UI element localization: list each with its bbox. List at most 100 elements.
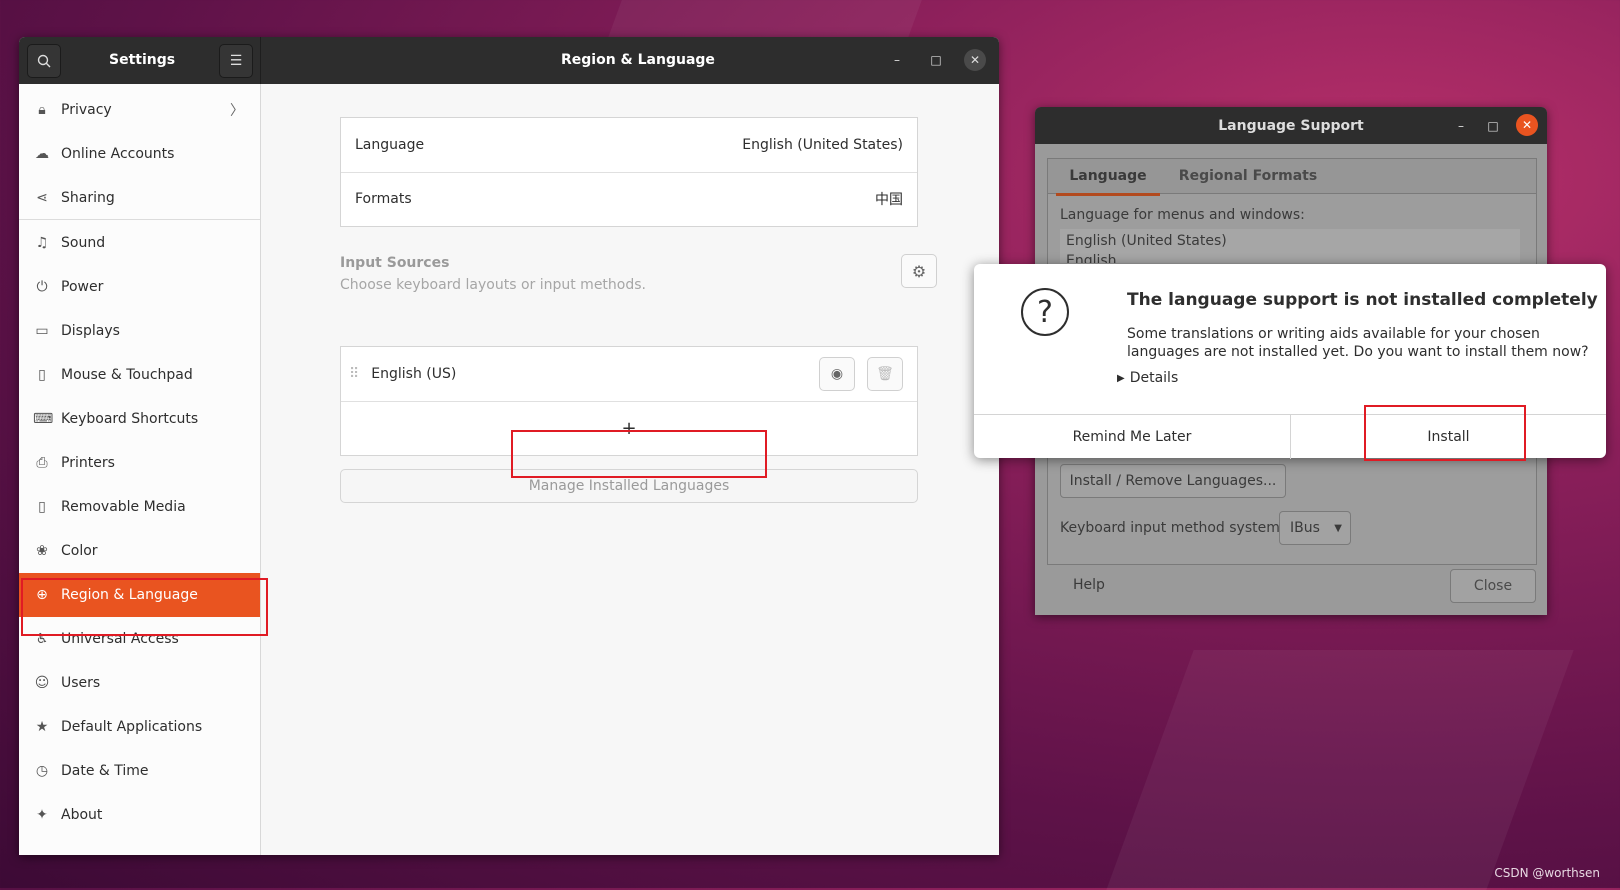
- help-label: Help: [1073, 577, 1105, 593]
- help-button[interactable]: Help: [1059, 569, 1119, 601]
- sidebar-item-removable-media[interactable]: ▯ Removable Media: [19, 485, 260, 529]
- gear-icon: ⚙: [911, 261, 927, 281]
- sidebar-item-label: Users: [61, 675, 101, 691]
- formats-label: Formats: [355, 191, 412, 207]
- sidebar-item-label: Keyboard Shortcuts: [61, 411, 199, 427]
- music-note-icon: ♫: [35, 235, 49, 251]
- input-method-value: IBus: [1290, 520, 1320, 536]
- dialog-message-line-1: Some translations or writing aids availa…: [1127, 326, 1540, 342]
- close-icon: ✕: [969, 53, 981, 67]
- sidebar-item-keyboard-shortcuts[interactable]: ⌨ Keyboard Shortcuts: [19, 397, 260, 441]
- hamburger-icon: ☰: [229, 53, 243, 69]
- sidebar-item-label: Displays: [61, 323, 120, 339]
- removable-media-icon: ▯: [38, 499, 46, 515]
- sidebar-item-date-time[interactable]: ◷ Date & Time: [19, 749, 260, 793]
- maximize-button[interactable]: □: [925, 49, 947, 71]
- tab-regional-formats[interactable]: Regional Formats: [1178, 159, 1318, 193]
- chevron-down-icon: ▼: [1334, 522, 1342, 534]
- sidebar-item-label: About: [61, 807, 103, 823]
- language-value: English (United States): [742, 137, 903, 153]
- sidebar-item-mouse-touchpad[interactable]: ▯ Mouse & Touchpad: [19, 353, 260, 397]
- menu-button[interactable]: ☰: [219, 44, 253, 78]
- sidebar-item-label: Removable Media: [61, 499, 186, 515]
- sidebar-item-label: Printers: [61, 455, 115, 471]
- question-icon: ?: [1021, 288, 1069, 336]
- input-method-select[interactable]: IBus ▼: [1279, 511, 1351, 545]
- share-icon: ⋖: [36, 190, 48, 206]
- watermark: CSDN @worthsen: [1494, 866, 1600, 880]
- language-formats-box: Language English (United States) Formats…: [340, 117, 918, 227]
- settings-headerbar: Settings ☰ Region & Language – □ ✕: [19, 37, 999, 84]
- ls-close-action-button[interactable]: Close: [1450, 569, 1536, 603]
- remove-input-source-button[interactable]: 🗑︎: [867, 357, 903, 391]
- highlight-install: [1364, 405, 1526, 461]
- sidebar-item-label: Privacy: [61, 102, 112, 118]
- maximize-icon: □: [1487, 119, 1499, 133]
- mouse-icon: ▯: [38, 367, 46, 383]
- close-icon: ✕: [1521, 118, 1533, 132]
- sidebar-item-sharing[interactable]: ⋖ Sharing: [19, 176, 260, 220]
- sidebar-item-sound[interactable]: ♫ Sound: [19, 221, 260, 265]
- sidebar-item-color[interactable]: ❀ Color: [19, 529, 260, 573]
- install-remove-languages-button[interactable]: Install / Remove Languages...: [1060, 464, 1286, 498]
- formats-value: 中国: [875, 192, 903, 208]
- sidebar-item-label: Default Applications: [61, 719, 203, 735]
- input-sources-options-button[interactable]: ⚙: [901, 254, 937, 288]
- language-list[interactable]: English (United States) English: [1060, 229, 1520, 263]
- sidebar-item-privacy[interactable]: 🔒︎ Privacy 〉: [19, 88, 260, 132]
- formats-row[interactable]: Formats 中国: [341, 172, 917, 226]
- menus-label: Language for menus and windows:: [1060, 207, 1305, 223]
- remind-me-later-button[interactable]: Remind Me Later: [974, 414, 1291, 459]
- expander-arrow-icon: ▶: [1117, 372, 1125, 384]
- minimize-icon: –: [894, 53, 900, 67]
- tab-language[interactable]: Language: [1056, 159, 1160, 196]
- input-sources-title: Input Sources: [340, 255, 450, 271]
- ls-tab-bar: Language Regional Formats: [1048, 159, 1536, 196]
- power-icon: ⏻: [36, 279, 48, 295]
- details-label: Details: [1129, 370, 1179, 386]
- dialog-message-line-2: languages are not installed yet. Do you …: [1127, 344, 1589, 360]
- panel-title: Region & Language: [561, 52, 715, 68]
- tab-label: Regional Formats: [1178, 168, 1318, 184]
- search-button[interactable]: [27, 44, 61, 78]
- sidebar-item-online-accounts[interactable]: ☁ Online Accounts: [19, 132, 260, 176]
- sidebar-item-power[interactable]: ⏻ Power: [19, 265, 260, 309]
- sidebar-item-about[interactable]: ✦ About: [19, 793, 260, 837]
- language-label: Language: [355, 137, 425, 153]
- sidebar-item-users[interactable]: ☺ Users: [19, 661, 260, 705]
- sidebar-item-label: Date & Time: [61, 763, 149, 779]
- sidebar: 🔒︎ Privacy 〉 ☁ Online Accounts ⋖ Sharing…: [19, 84, 261, 855]
- printer-icon: ⎙: [36, 455, 48, 471]
- ls-close-button[interactable]: ✕: [1516, 114, 1538, 136]
- details-expander[interactable]: ▶ Details: [1117, 370, 1178, 386]
- about-icon: ✦: [36, 807, 48, 823]
- sidebar-item-default-applications[interactable]: ★ Default Applications: [19, 705, 260, 749]
- manage-button-label: Manage Installed Languages: [528, 478, 730, 494]
- remind-label: Remind Me Later: [1072, 429, 1192, 445]
- close-label: Close: [1473, 578, 1513, 594]
- language-list-item[interactable]: English (United States): [1060, 229, 1520, 253]
- dialog-title: The language support is not installed co…: [1127, 290, 1598, 310]
- close-button[interactable]: ✕: [964, 49, 986, 71]
- ls-minimize-button[interactable]: –: [1450, 115, 1472, 137]
- sidebar-separator: [19, 219, 260, 220]
- minimize-button[interactable]: –: [886, 49, 908, 71]
- sidebar-item-displays[interactable]: ▭ Displays: [19, 309, 260, 353]
- language-row[interactable]: Language English (United States): [341, 118, 917, 173]
- sidebar-item-label: Sound: [61, 235, 106, 251]
- show-layout-button[interactable]: ◉: [819, 357, 855, 391]
- input-source-row[interactable]: ⠿ English (US) ◉ 🗑︎: [341, 347, 917, 402]
- users-icon: ☺: [34, 675, 50, 691]
- ls-maximize-button[interactable]: □: [1482, 115, 1504, 137]
- input-source-label: English (US): [371, 366, 457, 382]
- keyboard-icon: ⌨: [33, 411, 54, 427]
- search-icon: [37, 54, 51, 68]
- input-sources-subtitle: Choose keyboard layouts or input methods…: [340, 277, 646, 293]
- sidebar-item-label: Online Accounts: [61, 146, 175, 162]
- maximize-icon: □: [930, 53, 942, 67]
- drag-handle-icon[interactable]: ⠿: [349, 366, 359, 382]
- language-list-item[interactable]: English: [1060, 253, 1520, 263]
- minimize-icon: –: [1458, 119, 1464, 133]
- sidebar-item-printers[interactable]: ⎙ Printers: [19, 441, 260, 485]
- language-support-headerbar: Language Support – □ ✕: [1035, 107, 1547, 144]
